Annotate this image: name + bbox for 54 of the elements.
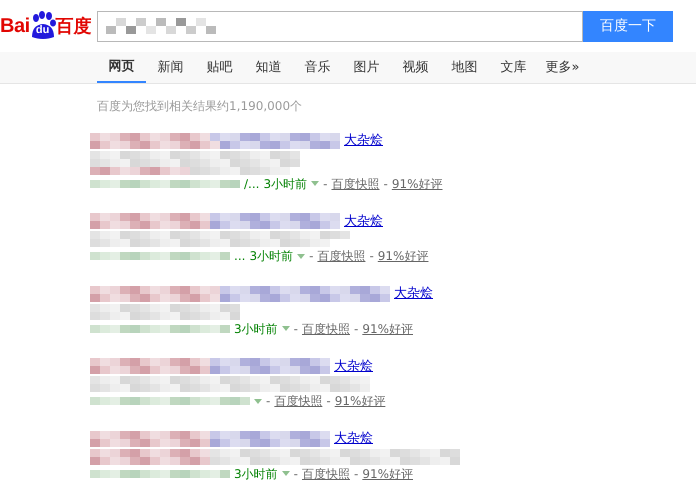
paw-icon <box>30 11 56 41</box>
time-text: 3小时前 <box>264 176 308 192</box>
separator-text: - <box>266 393 270 410</box>
result-title-link[interactable]: 大杂烩 <box>334 356 373 376</box>
search-button[interactable]: 百度一下 <box>583 10 673 42</box>
rating-link[interactable]: 91%好评 <box>334 392 386 410</box>
rating-link[interactable]: 91%好评 <box>362 464 413 482</box>
separator-text: - <box>326 393 331 410</box>
nav-tab[interactable]: 更多» <box>538 52 587 83</box>
rating-link[interactable]: 91%好评 <box>392 174 442 192</box>
snapshot-link[interactable]: 百度快照 <box>302 320 350 338</box>
dropdown-arrow-icon[interactable] <box>282 471 290 476</box>
url-text: /... <box>244 176 260 192</box>
separator-text: - <box>294 320 298 338</box>
dropdown-arrow-icon[interactable] <box>282 326 290 331</box>
time-text: 3小时前 <box>249 248 294 265</box>
nav-tab[interactable]: 知道 <box>244 52 293 83</box>
time-text: 3小时前 <box>234 320 278 338</box>
time-text: 3小时前 <box>234 466 278 482</box>
result-title-link[interactable]: 大杂烩 <box>344 131 383 150</box>
separator-text: - <box>369 248 374 265</box>
logo-badge-text: du <box>36 22 50 38</box>
separator-text: - <box>354 466 358 482</box>
nav-tab[interactable]: 文库 <box>489 52 538 83</box>
nav-tab[interactable]: 新闻 <box>146 52 195 83</box>
result-count-text: 百度为您找到相关结果约1,190,000个 <box>97 98 304 115</box>
logo-text: Bai <box>0 14 30 39</box>
dropdown-arrow-icon[interactable] <box>297 254 306 258</box>
separator-text: - <box>323 176 328 192</box>
snapshot-link[interactable]: 百度快照 <box>317 247 366 265</box>
logo-text: 百度 <box>56 14 92 38</box>
snapshot-link[interactable]: 百度快照 <box>274 392 322 410</box>
separator-text: - <box>294 466 298 482</box>
search-field[interactable] <box>97 10 583 42</box>
url-text: ... <box>234 248 246 265</box>
rating-link[interactable]: 91%好评 <box>378 247 428 265</box>
nav-tab[interactable]: 贴吧 <box>195 52 244 83</box>
result-title-link[interactable]: 大杂烩 <box>344 212 383 231</box>
nav-tab[interactable]: 网页 <box>97 52 146 83</box>
dropdown-arrow-icon[interactable] <box>254 398 262 404</box>
nav-tab[interactable]: 图片 <box>342 52 391 83</box>
snapshot-link[interactable]: 百度快照 <box>331 174 380 192</box>
separator-text: - <box>354 320 358 338</box>
nav-tab[interactable]: 视频 <box>391 52 440 83</box>
dropdown-arrow-icon[interactable] <box>311 181 320 186</box>
separator-text: - <box>383 176 388 192</box>
result-title-link[interactable]: 大杂烩 <box>334 429 373 448</box>
separator-text: - <box>309 248 314 265</box>
nav-tab[interactable]: 地图 <box>440 52 489 83</box>
snapshot-link[interactable]: 百度快照 <box>302 464 350 482</box>
nav-tab[interactable]: 音乐 <box>293 52 342 83</box>
logo[interactable]: Bai du 百度 <box>0 11 97 41</box>
result-title-link[interactable]: 大杂烩 <box>394 284 433 304</box>
rating-link[interactable]: 91%好评 <box>362 320 413 338</box>
